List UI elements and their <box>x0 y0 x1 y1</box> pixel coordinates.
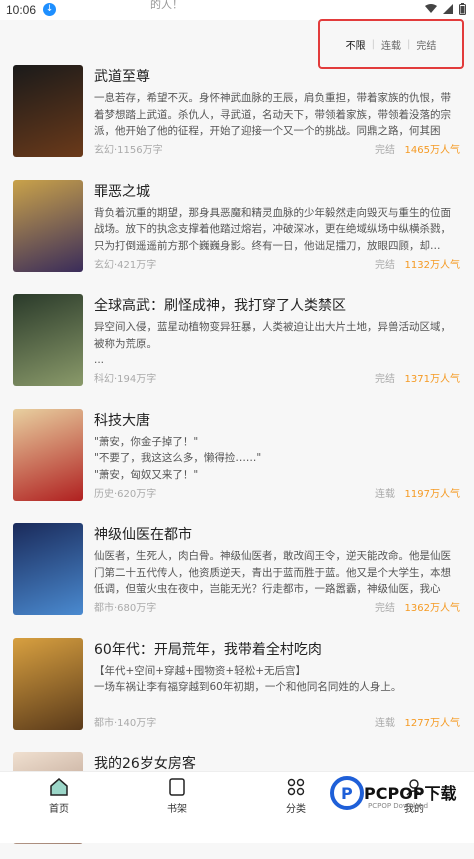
book-title[interactable]: 科技大唐 <box>94 410 150 430</box>
book-meta: 都市·140万字 <box>94 717 157 729</box>
book-status: 完结 <box>375 374 395 385</box>
book-description: 背负着沉重的期望，那身具恶魔和精灵血脉的少年毅然走向毁灭与重生的位面战场。放下的… <box>94 206 451 252</box>
book-title[interactable]: 60年代：开局荒年，我带着全村吃肉 <box>94 639 322 659</box>
tab-label: 书架 <box>167 804 187 815</box>
book-popularity: 1197万人气 <box>404 488 460 500</box>
filter-done[interactable]: 完结 <box>416 37 436 52</box>
book-cover-image[interactable] <box>13 637 83 730</box>
book-meta: 历史·620万字 <box>94 488 157 500</box>
book-description: 一息若存，希望不灭。身怀神武血脉的王辰，肩负重担，带着家族的仇恨，带着梦想踏上武… <box>94 92 451 137</box>
tab-label: 分类 <box>286 804 306 815</box>
book-cover-image[interactable] <box>13 65 83 157</box>
tab-category[interactable]: 分类 <box>266 778 326 815</box>
filter-all[interactable]: 不限 <box>346 37 366 52</box>
book-status: 连载 <box>375 488 395 500</box>
book-meta: 玄幻·1156万字 <box>94 145 163 156</box>
book-meta: 科幻·194万字 <box>94 374 157 385</box>
book-title[interactable]: 武道至尊 <box>94 66 150 86</box>
home-icon <box>50 778 68 796</box>
bookshelf-icon <box>169 778 185 796</box>
status-bar: 10:06 ↓ 的人！ <box>0 0 474 20</box>
book-cover-image[interactable] <box>13 179 83 272</box>
book-cover-image[interactable] <box>13 408 83 501</box>
signal-icon <box>443 4 453 14</box>
book-description: 【年代+空间+穿越+囤物资+轻松+无后宫】 一场车祸让李有福穿越到60年初期，一… <box>94 664 402 694</box>
book-popularity: 1362万人气 <box>404 603 460 614</box>
book-title[interactable]: 我的26岁女房客 <box>94 753 196 773</box>
book-popularity: 1277万人气 <box>404 717 460 729</box>
filter-divider: | <box>407 38 411 50</box>
book-description: 仙医者，生死人，肉白骨。神级仙医者，敢改阎王令，逆天能改命。他是仙医门第二十五代… <box>94 550 451 595</box>
status-time: 10:06 <box>6 3 37 17</box>
book-popularity: 1371万人气 <box>404 374 460 385</box>
book-description: 异空间入侵，蓝星动植物变异狂暴，人类被迫让出大片土地，异兽活动区域，被称为荒原。… <box>94 321 451 366</box>
book-status: 连载 <box>375 717 395 729</box>
book-status: 完结 <box>375 603 395 614</box>
book-title[interactable]: 全球高武：刷怪成神，我打穿了人类禁区 <box>94 295 346 315</box>
book-cover-image[interactable] <box>13 294 83 386</box>
filter-serial[interactable]: 连载 <box>381 37 401 52</box>
filter-divider: | <box>371 38 375 50</box>
watermark-sub: PCPOP Download <box>368 802 429 810</box>
book-list-item[interactable]: 神级仙医在都市仙医者，生死人，肉白骨。神级仙医者，敢改阎王令，逆天能改命。他是仙… <box>0 520 474 630</box>
watermark-logo-icon: P <box>330 776 364 810</box>
book-meta: 都市·680万字 <box>94 603 157 614</box>
book-list-item[interactable]: 60年代：开局荒年，我带着全村吃肉【年代+空间+穿越+囤物资+轻松+无后宫】 一… <box>0 635 474 745</box>
book-list-item[interactable]: 全球高武：刷怪成神，我打穿了人类禁区异空间入侵，蓝星动植物变异狂暴，人类被迫让出… <box>0 291 474 401</box>
tab-home[interactable]: 首页 <box>29 778 89 815</box>
watermark-brand: PCPOP下载 <box>364 784 457 803</box>
status-overlap-text: 的人！ <box>150 0 183 11</box>
tab-label: 首页 <box>49 804 69 815</box>
svg-text:P: P <box>341 784 353 803</box>
book-status: 完结 <box>375 259 395 271</box>
book-popularity: 1465万人气 <box>404 145 460 156</box>
book-popularity: 1132万人气 <box>404 259 460 271</box>
book-list-item[interactable]: 科技大唐 "萧安，你金子掉了！" "不要了，我这这么多，懒得捡……" "萧安，匈奴… <box>0 406 474 516</box>
download-icon: ↓ <box>43 3 56 16</box>
watermark: P PCPOP下载 PCPOP Download <box>330 772 470 822</box>
book-status: 完结 <box>375 145 395 156</box>
book-meta: 玄幻·421万字 <box>94 259 157 271</box>
book-title[interactable]: 罪恶之城 <box>94 181 150 201</box>
book-description: "萧安，你金子掉了！" "不要了，我这这么多，懒得捡……" "萧安，匈奴又来了！… <box>94 435 262 481</box>
book-cover-image[interactable] <box>13 523 83 615</box>
battery-icon <box>459 3 466 15</box>
book-list-item[interactable]: 罪恶之城背负着沉重的期望，那身具恶魔和精灵血脉的少年毅然走向毁灭与重生的位面战场… <box>0 177 474 287</box>
status-icons <box>425 3 466 15</box>
book-title[interactable]: 神级仙医在都市 <box>94 524 192 544</box>
book-list-item[interactable]: 武道至尊一息若存，希望不灭。身怀神武血脉的王辰，肩负重担，带着家族的仇恨，带着梦… <box>0 62 474 172</box>
category-grid-icon <box>287 778 305 796</box>
wifi-icon <box>425 4 437 13</box>
tab-bookshelf[interactable]: 书架 <box>147 778 207 815</box>
